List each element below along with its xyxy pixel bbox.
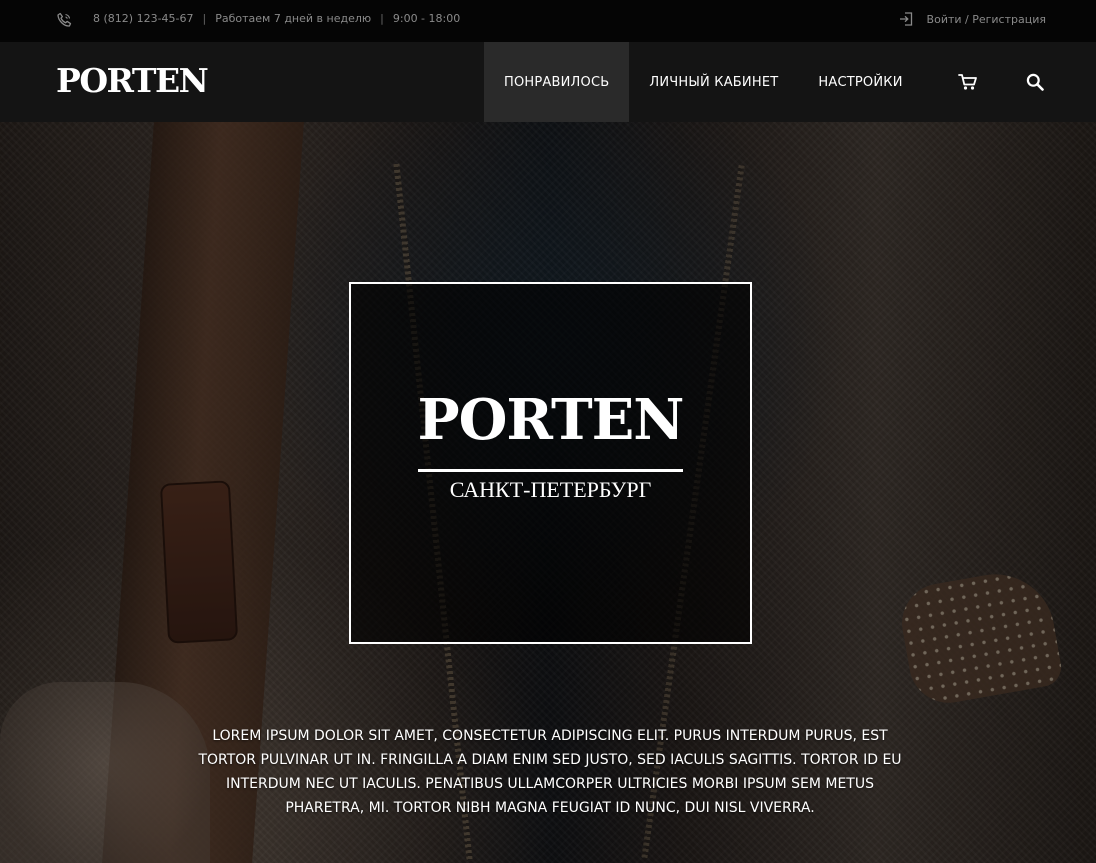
site-logo[interactable]: PORTEN xyxy=(56,64,209,97)
menu-item-favorites[interactable]: ПОНРАВИЛОСЬ xyxy=(484,42,630,122)
schedule-text: Работаем 7 дней в неделю xyxy=(215,12,372,25)
menu-item-settings[interactable]: НАСТРОЙКИ xyxy=(798,42,922,122)
hero-section: PORTEN САНКТ-ПЕТЕРБУРГ Lorem ipsum dolor… xyxy=(0,122,1096,863)
menu-item-account[interactable]: ЛИЧНЫЙ КАБИНЕТ xyxy=(629,42,798,122)
cart-icon[interactable] xyxy=(958,73,978,91)
login-register-link[interactable]: Войти / Регистрация xyxy=(899,12,1046,26)
phone-number[interactable]: 8 (812) 123-45-67 xyxy=(93,12,194,25)
login-icon xyxy=(899,12,912,26)
separator: | xyxy=(380,12,384,25)
search-icon[interactable] xyxy=(1026,73,1044,91)
hero-title-box: PORTEN САНКТ-ПЕТЕРБУРГ xyxy=(349,282,752,644)
hero-description: Lorem ipsum dolor sit amet, consectetur … xyxy=(198,728,902,816)
hero-title: PORTEN xyxy=(417,387,685,453)
hero-divider xyxy=(418,469,683,472)
working-hours: 9:00 - 18:00 xyxy=(392,12,461,25)
hero-subtitle: САНКТ-ПЕТЕРБУРГ xyxy=(449,477,652,502)
login-register-label[interactable]: Войти / Регистрация xyxy=(927,13,1046,26)
main-navigation: PORTEN ПОНРАВИЛОСЬ ЛИЧНЫЙ КАБИНЕТ НАСТРО… xyxy=(0,42,1096,122)
main-menu: ПОНРАВИЛОСЬ ЛИЧНЫЙ КАБИНЕТ НАСТРОЙКИ xyxy=(484,42,923,122)
top-info-bar: 8 (812) 123-45-67 | Работаем 7 дней в не… xyxy=(0,0,1096,42)
phone-icon xyxy=(57,12,72,27)
separator: | xyxy=(202,12,207,25)
